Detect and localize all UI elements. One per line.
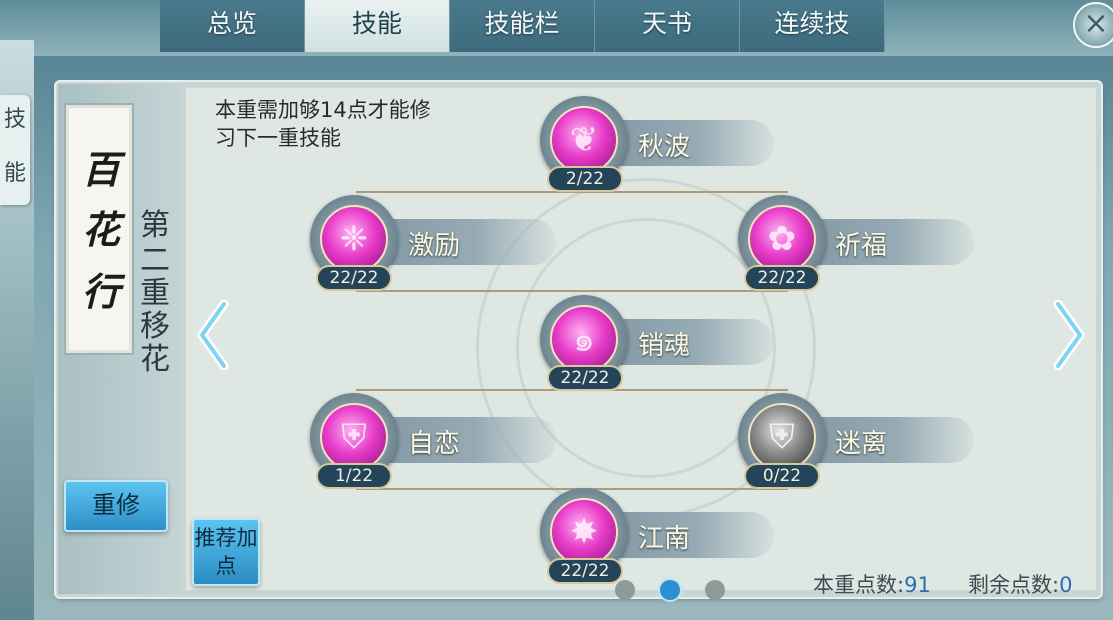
next-page-arrow-icon[interactable] bbox=[1052, 300, 1086, 370]
skill-name: 秋波 bbox=[638, 132, 691, 162]
recommend-points-button[interactable]: 推荐加点 bbox=[192, 518, 260, 586]
skill-level-badge: 22/22 bbox=[547, 558, 623, 584]
sect-scroll: 百 花 行 bbox=[64, 103, 134, 355]
remaining-points: 剩余点数:0 bbox=[968, 569, 1072, 599]
skill-level-badge: 0/22 bbox=[744, 463, 820, 489]
sect-name-char: 百 bbox=[81, 147, 120, 192]
tab-overview[interactable]: 总览 bbox=[160, 0, 305, 52]
swirl-icon: ๑ bbox=[550, 305, 618, 373]
ornament-icon: ❈ bbox=[320, 205, 388, 273]
petal-icon: ❦ bbox=[550, 106, 618, 174]
burst-icon: ✸ bbox=[550, 498, 618, 566]
reset-skills-button[interactable]: 重修 bbox=[64, 480, 168, 532]
prev-page-arrow-icon[interactable] bbox=[196, 300, 230, 370]
skill-level-badge: 22/22 bbox=[744, 265, 820, 291]
tier-title-char: 花 bbox=[140, 342, 170, 377]
remaining-points-label: 剩余点数: bbox=[968, 573, 1060, 597]
sect-name-char: 行 bbox=[81, 269, 120, 314]
tab-heavenly-book[interactable]: 天书 bbox=[595, 0, 740, 52]
side-tab-label-char: 能 bbox=[3, 161, 26, 186]
skill-name: 祈福 bbox=[835, 231, 888, 261]
tab-combo[interactable]: 连续技 bbox=[740, 0, 885, 52]
tier-points-value: 91 bbox=[904, 573, 931, 597]
skill-name: 激励 bbox=[408, 231, 461, 261]
tier-points-label: 本重点数: bbox=[813, 573, 905, 597]
page-indicator-dot[interactable] bbox=[705, 580, 725, 600]
side-tab-label-char: 技 bbox=[3, 107, 26, 132]
skill-level-badge: 22/22 bbox=[547, 365, 623, 391]
side-tab-skills[interactable]: 技 能 bbox=[0, 95, 30, 205]
top-tab-bar: 总览 技能 技能栏 天书 连续技 bbox=[160, 0, 885, 52]
skill-level-badge: 2/22 bbox=[547, 166, 623, 192]
skill-name: 自恋 bbox=[408, 429, 461, 459]
tier-points: 本重点数:91 bbox=[813, 569, 931, 599]
skill-name: 迷离 bbox=[835, 429, 888, 459]
close-button[interactable]: × bbox=[1073, 2, 1113, 48]
lotus-icon: ✿ bbox=[748, 205, 816, 273]
remaining-points-value: 0 bbox=[1059, 573, 1073, 597]
skill-name: 江南 bbox=[638, 524, 691, 554]
tab-skills[interactable]: 技能 bbox=[305, 0, 450, 52]
page-indicator-dot[interactable] bbox=[615, 580, 635, 600]
skill-level-badge: 22/22 bbox=[316, 265, 392, 291]
skill-level-badge: 1/22 bbox=[316, 463, 392, 489]
close-icon: × bbox=[1083, 6, 1109, 41]
tier-hint-text: 本重需加够14点才能修习下一重技能 bbox=[215, 98, 431, 150]
shield-icon: ⛨ bbox=[320, 403, 388, 471]
page-indicator-dot-active[interactable] bbox=[660, 580, 680, 600]
dark-shield-icon: ⛨ bbox=[748, 403, 816, 471]
tree-connector bbox=[356, 290, 788, 292]
sect-name-char: 花 bbox=[81, 207, 120, 252]
tab-skill-bar[interactable]: 技能栏 bbox=[450, 0, 595, 52]
skill-name: 销魂 bbox=[638, 331, 691, 361]
